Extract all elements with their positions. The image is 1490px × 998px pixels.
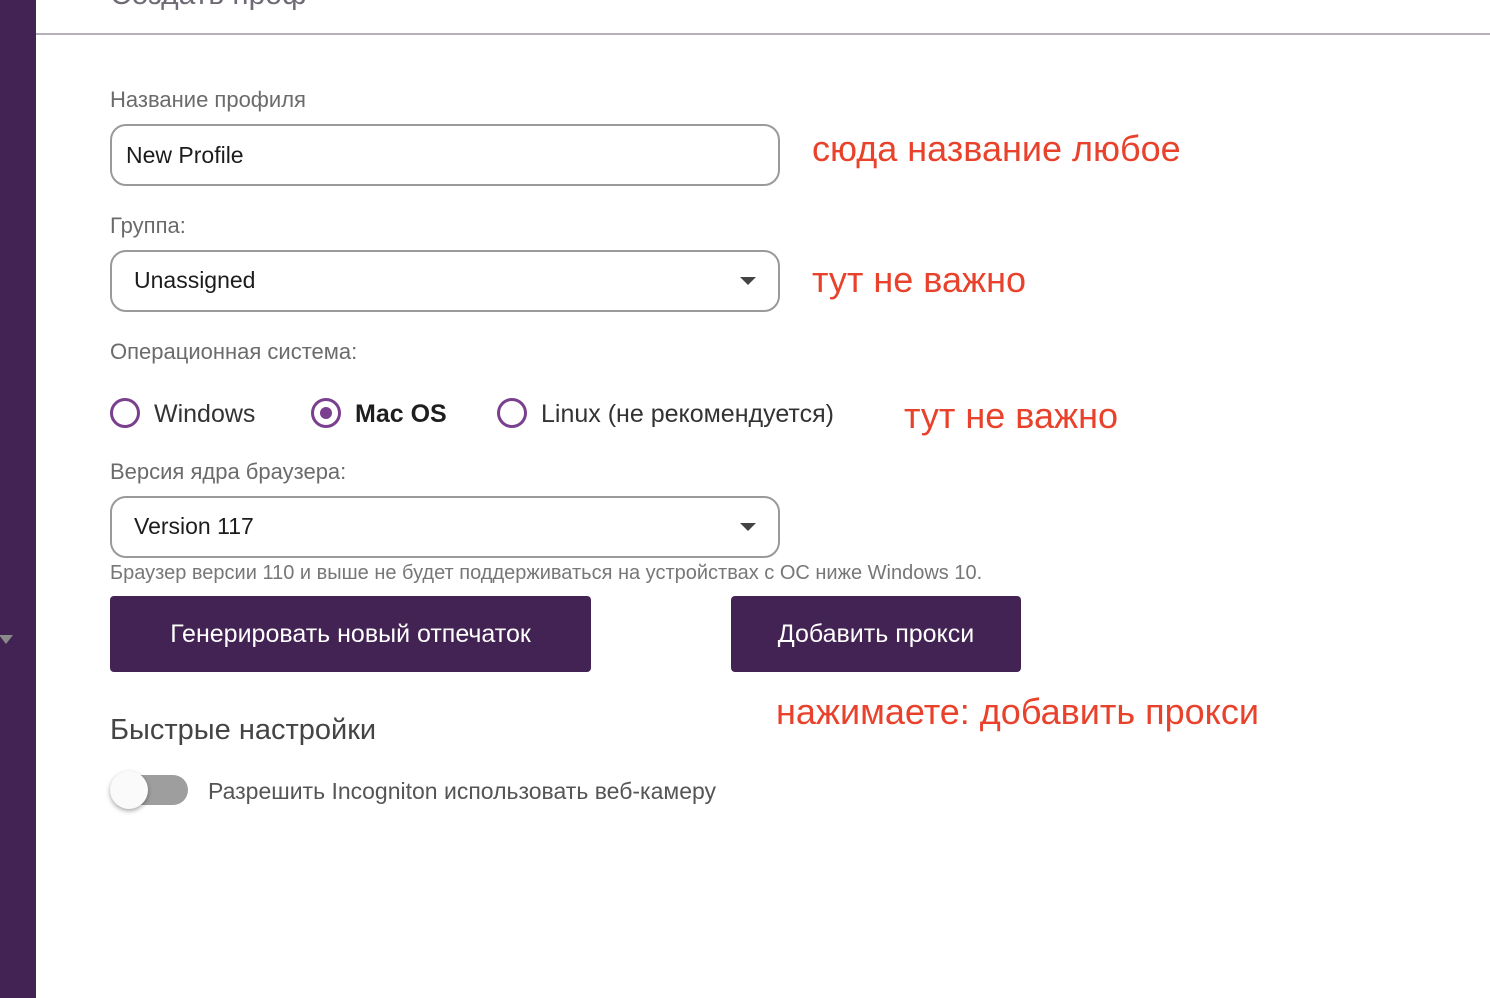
version-select-value: Version 117 bbox=[134, 513, 254, 539]
annotation-name: сюда название любое bbox=[812, 128, 1181, 169]
sidebar bbox=[0, 0, 36, 998]
quick-settings-title: Быстрые настройки bbox=[110, 714, 377, 746]
chevron-down-icon bbox=[740, 277, 756, 285]
version-select[interactable]: Version 117 bbox=[110, 496, 780, 558]
radio-unchecked-icon bbox=[497, 398, 527, 428]
page-title-cropped: Создать проф bbox=[110, 0, 307, 12]
annotation-os: тут не важно bbox=[904, 395, 1119, 436]
radio-unchecked-icon bbox=[110, 398, 140, 428]
profile-name-input[interactable] bbox=[110, 124, 780, 186]
os-radio-linux-label: Linux (не рекомендуется) bbox=[541, 400, 834, 428]
sidebar-collapse-icon[interactable] bbox=[0, 635, 13, 644]
version-label: Версия ядра браузера: bbox=[110, 459, 347, 484]
webcam-toggle[interactable] bbox=[110, 770, 188, 810]
group-select-value: Unassigned bbox=[134, 267, 256, 293]
group-label: Группа: bbox=[110, 213, 186, 238]
header-divider bbox=[36, 33, 1490, 35]
webcam-toggle-label: Разрешить Incogniton использовать веб-ка… bbox=[208, 778, 717, 804]
radio-dot bbox=[320, 407, 332, 419]
os-radio-macos-label: Mac OS bbox=[355, 400, 447, 428]
annotation-proxy: нажимаете: добавить прокси bbox=[776, 691, 1259, 732]
annotation-group: тут не важно bbox=[812, 259, 1027, 300]
os-radio-linux[interactable]: Linux (не рекомендуется) bbox=[497, 397, 857, 437]
profile-name-label: Название профиля bbox=[110, 87, 306, 112]
os-label: Операционная система: bbox=[110, 339, 358, 364]
toggle-thumb bbox=[110, 771, 148, 809]
generate-fingerprint-button[interactable]: Генерировать новый отпечаток bbox=[110, 596, 591, 672]
os-radio-windows[interactable]: Windows bbox=[110, 397, 270, 437]
version-hint: Браузер версии 110 и выше не будет подде… bbox=[110, 562, 983, 584]
os-radio-windows-label: Windows bbox=[154, 400, 256, 428]
add-proxy-button[interactable]: Добавить прокси bbox=[731, 596, 1021, 672]
radio-checked-icon bbox=[311, 398, 341, 428]
group-select[interactable]: Unassigned bbox=[110, 250, 780, 312]
os-radio-macos[interactable]: Mac OS bbox=[311, 397, 461, 437]
chevron-down-icon bbox=[740, 523, 756, 531]
